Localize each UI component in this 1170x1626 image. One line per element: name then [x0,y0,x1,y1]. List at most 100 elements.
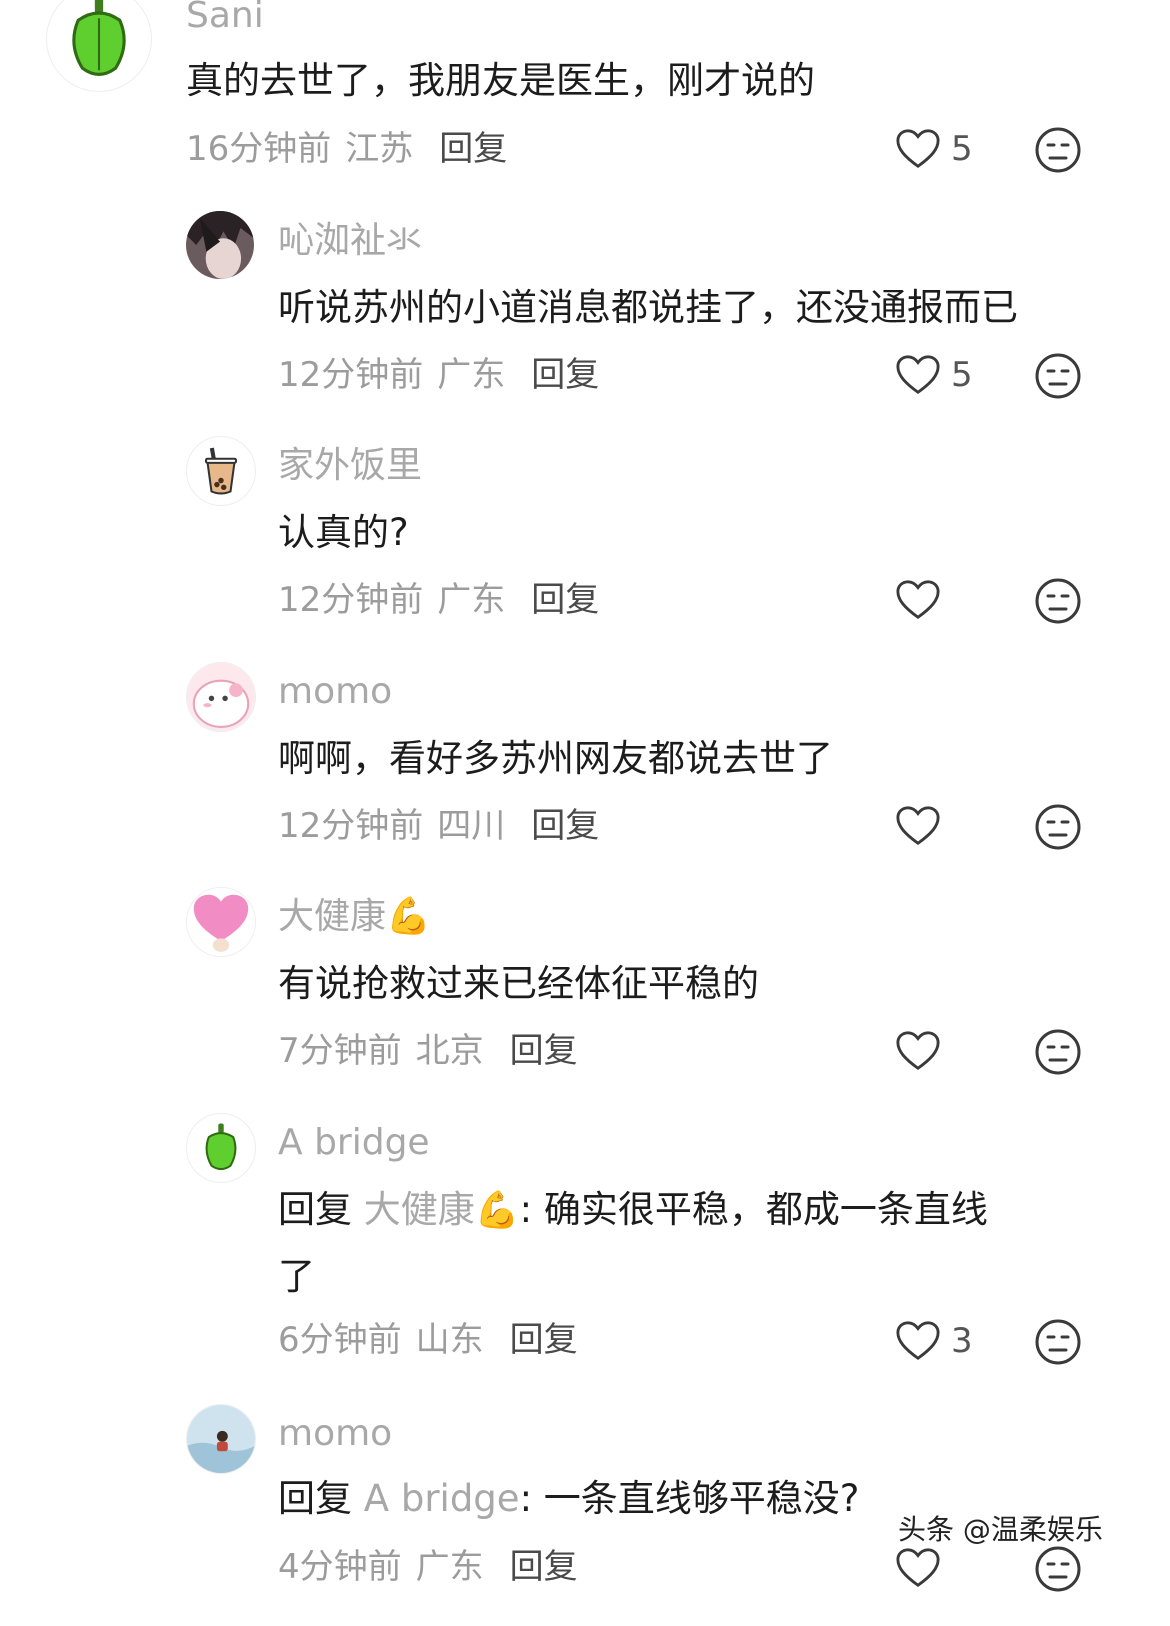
heart-icon [896,1321,940,1361]
watermark: 头条 @温柔娱乐 [898,1513,1103,1546]
username[interactable]: momo [278,1416,392,1452]
pink-cartoon-avatar [187,663,255,731]
time-label: 12分钟前 [278,806,424,846]
like-button[interactable] [895,1546,941,1590]
reply-to-username[interactable]: A bridge [364,1477,520,1520]
username[interactable]: A bridge [278,1125,430,1161]
neutral-face-icon [1035,1319,1081,1365]
avatar[interactable] [46,0,152,92]
location-label: 北京 [415,1031,484,1071]
comment-meta: 12分钟前 广东 回复 [278,358,599,392]
comment-item: 吣洳祉氺 听说苏州的小道消息都说挂了，还没通报而已 12分钟前 广东 回复 5 [0,205,1170,425]
username[interactable]: Sani [186,0,264,34]
location-label: 江苏 [345,129,414,169]
reply-prefix: 回复 [278,1477,352,1520]
comment-item: 家外饭里 认真的? 12分钟前 广东 回复 [0,430,1170,650]
comment-meta: 12分钟前 四川 回复 [278,809,599,843]
like-button[interactable] [895,578,951,622]
neutral-face-icon [1035,127,1081,173]
time-label: 6分钟前 [278,1320,402,1360]
dislike-face-button[interactable] [1034,1028,1082,1076]
heart-icon [896,355,940,395]
green-pepper-icon [72,0,126,76]
avatar[interactable] [186,1404,256,1474]
bubble-tea-icon [205,447,237,495]
heart-icon [896,129,940,169]
like-count: 5 [951,355,973,395]
heart-icon [896,580,940,620]
comment-text: 真的去世了，我朋友是医生，刚才说的 [186,59,815,102]
avatar[interactable] [186,1113,256,1183]
comment-meta: 12分钟前 广东 回复 [278,583,599,617]
comment-meta: 7分钟前 北京 回复 [278,1034,578,1068]
pink-heart-avatar [187,888,255,956]
location-label: 广东 [437,355,506,395]
neutral-face-icon [1035,1029,1081,1075]
comment-text: 啊啊，看好多苏州网友都说去世了 [278,737,833,780]
reply-to-username[interactable]: 大健康💪 [364,1188,520,1231]
comment-meta: 4分钟前 广东 回复 [278,1550,578,1584]
like-count: 3 [951,1321,973,1361]
time-label: 4分钟前 [278,1547,402,1587]
comment-text-line1: : 确实很平稳，都成一条直线 [519,1188,988,1231]
reply-button[interactable]: 回复 [439,129,507,169]
dislike-face-button[interactable] [1034,352,1082,400]
dislike-face-button[interactable] [1034,126,1082,174]
comment-text: 听说苏州的小道消息都说挂了，还没通报而已 [278,286,1018,329]
reply-button[interactable]: 回复 [531,355,599,395]
avatar[interactable] [186,887,256,957]
username[interactable]: 大健康💪 [278,899,431,935]
like-button[interactable]: 5 [895,127,973,171]
time-label: 16分钟前 [186,129,332,169]
like-button[interactable] [895,804,951,848]
comment-meta: 6分钟前 山东 回复 [278,1323,578,1357]
dislike-face-button[interactable] [1034,577,1082,625]
heart-icon [896,1548,940,1588]
dislike-face-button[interactable] [1034,1545,1082,1593]
comment-item: momo 啊啊，看好多苏州网友都说去世了 12分钟前 四川 回复 [0,656,1170,876]
time-label: 12分钟前 [278,580,424,620]
flexed-biceps-emoji: 💪 [474,1190,520,1231]
username[interactable]: momo [278,674,392,710]
username[interactable]: 家外饭里 [278,448,422,484]
comment-item: A bridge 回复 大健康💪: 确实很平稳，都成一条直线 了 6分钟前 山东回… [0,1107,1170,1397]
like-count: 5 [951,129,973,169]
comment-text: 回复 大健康💪: 确实很平稳，都成一条直线 了 [278,1177,988,1310]
location-label: 四川 [437,806,506,846]
reply-prefix: 回复 [278,1188,352,1231]
neutral-face-icon [1035,1546,1081,1592]
comment-text: 有说抢救过来已经体征平稳的 [278,962,759,1005]
avatar[interactable] [186,436,256,506]
username-text: 大健康 [278,896,387,937]
comment-text: 认真的? [278,511,409,554]
reply-button[interactable]: 回复 [510,1547,578,1587]
reply-button[interactable]: 回复 [531,806,599,846]
comment-text: 回复 A bridge: 一条直线够平稳没? [278,1466,859,1532]
like-button[interactable]: 3 [895,1319,973,1363]
location-label: 广东 [415,1547,484,1587]
dislike-face-button[interactable] [1034,1318,1082,1366]
comment-text-line2: 了 [278,1255,315,1298]
avatar[interactable] [186,662,256,732]
comment-item: 大健康💪 有说抢救过来已经体征平稳的 7分钟前 北京 回复 [0,881,1170,1101]
time-label: 7分钟前 [278,1031,402,1071]
username[interactable]: 吣洳祉氺 [278,223,422,259]
neutral-face-icon [1035,353,1081,399]
flexed-biceps-emoji: 💪 [386,896,431,937]
heart-icon [896,1031,940,1071]
time-label: 12分钟前 [278,355,424,395]
avatar[interactable] [186,211,254,279]
green-pepper-icon [205,1123,237,1171]
reply-button[interactable]: 回复 [510,1031,578,1071]
neutral-face-icon [1035,578,1081,624]
like-button[interactable] [895,1029,951,1073]
surfer-photo-avatar [187,1405,255,1473]
location-label: 山东 [415,1320,484,1360]
like-button[interactable]: 5 [895,353,973,397]
neutral-face-icon [1035,804,1081,850]
reply-button[interactable]: 回复 [510,1320,578,1360]
comment-text-rest: : 一条直线够平稳没? [519,1477,860,1520]
reply-to-name: 大健康 [363,1188,475,1231]
reply-button[interactable]: 回复 [531,580,599,620]
dislike-face-button[interactable] [1034,803,1082,851]
